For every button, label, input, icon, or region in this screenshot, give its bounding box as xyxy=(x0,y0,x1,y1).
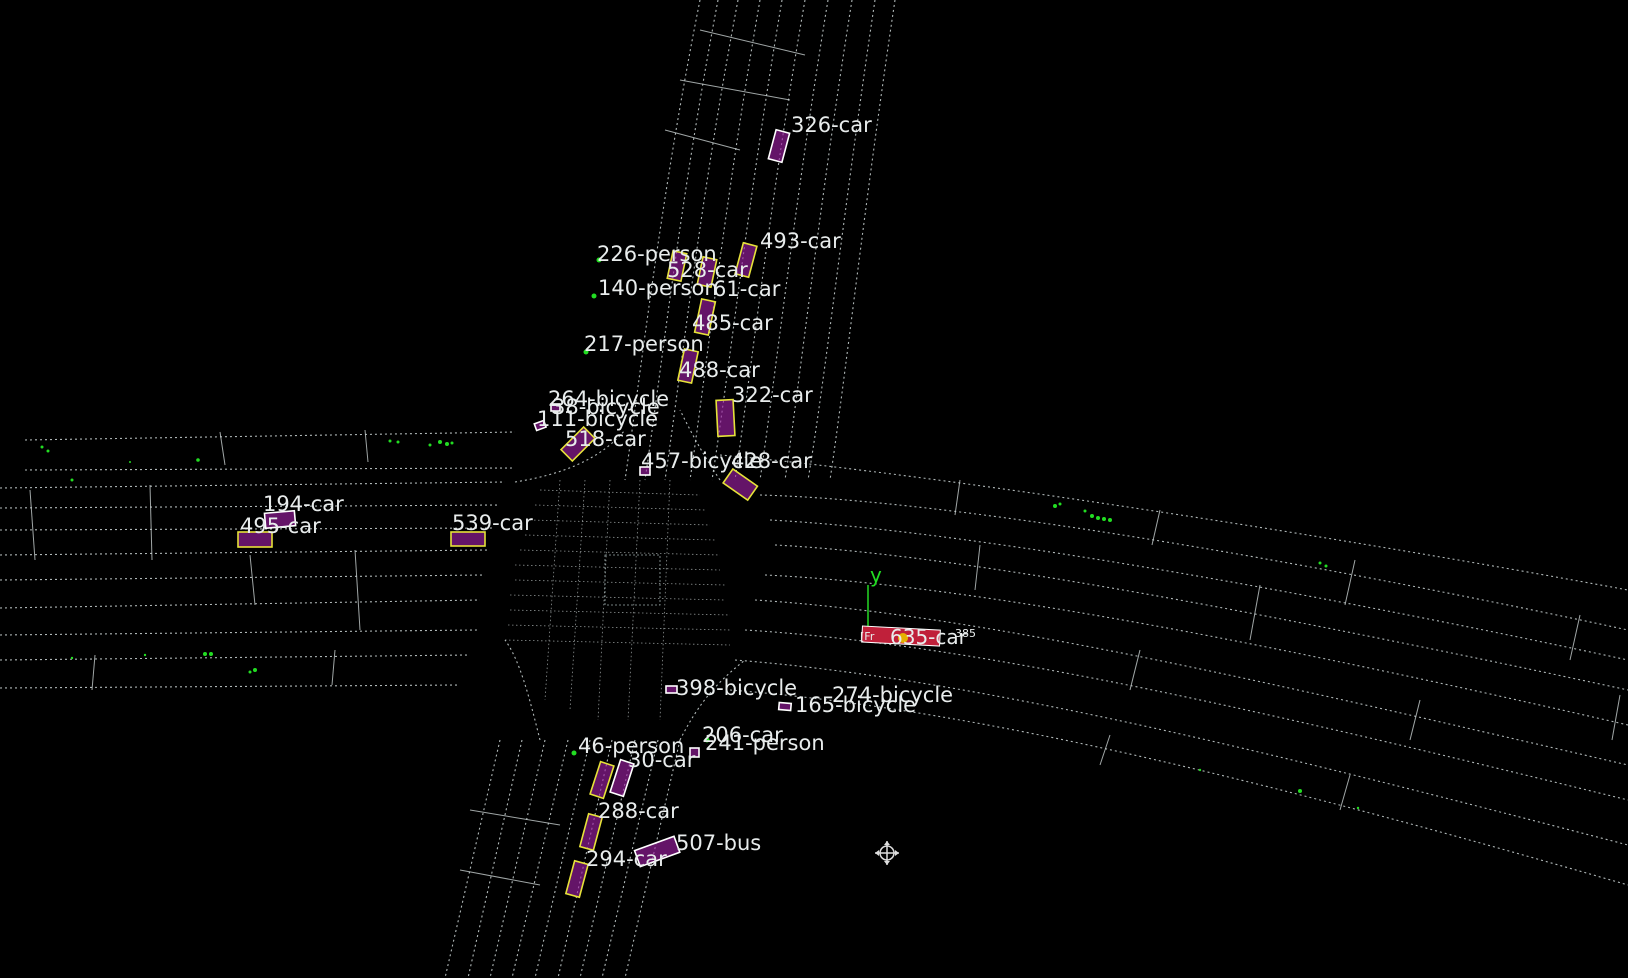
box-326-car[interactable] xyxy=(767,128,791,164)
ego-label: 635-car xyxy=(890,625,968,649)
label-326-car: 326-car xyxy=(791,113,872,137)
label-518-car: 518-car xyxy=(565,427,646,451)
label-322-car: 322-car xyxy=(732,383,813,407)
label-194-car: 194-car xyxy=(263,492,344,516)
label-241-person: 241-person xyxy=(705,731,825,755)
box-294-car[interactable] xyxy=(564,859,590,899)
label-140-person: 140-person xyxy=(598,276,718,300)
lidar-point-clusters xyxy=(40,439,1360,810)
ego-vehicle[interactable]: [Fr 385 635-car xyxy=(860,625,976,649)
axis-y-label: y xyxy=(870,563,882,587)
label-165-bicycle: 165-bicycle xyxy=(795,693,916,717)
box-428-car[interactable] xyxy=(722,467,759,502)
label-61-car: 61-car xyxy=(713,277,781,301)
label-485-car: 485-car xyxy=(692,311,773,335)
label-495-car: 495-car xyxy=(240,514,321,538)
lane-segment-ticks xyxy=(29,29,1621,886)
label-294-car: 294-car xyxy=(586,847,667,871)
label-493-car: 493-car xyxy=(760,229,841,253)
label-488-car: 488-car xyxy=(679,358,760,382)
label-539-car: 539-car xyxy=(452,511,533,535)
label-217-person: 217-person xyxy=(584,332,704,356)
label-288-car: 288-car xyxy=(598,799,679,823)
move-cursor-icon xyxy=(875,841,899,865)
ego-tag-left: [Fr xyxy=(860,630,875,643)
label-428-car: 428-car xyxy=(731,449,812,473)
box-165-bicycle[interactable] xyxy=(777,701,793,712)
lidar-scene-viewport[interactable]: y [Fr 385 635-car 326-car 493-car 226-pe… xyxy=(0,0,1628,978)
map-lane-lines xyxy=(0,0,1628,978)
label-30-car: 30-car xyxy=(628,748,696,772)
label-398-bicycle: 398-bicycle xyxy=(676,676,797,700)
label-507-bus: 507-bus xyxy=(676,831,761,855)
